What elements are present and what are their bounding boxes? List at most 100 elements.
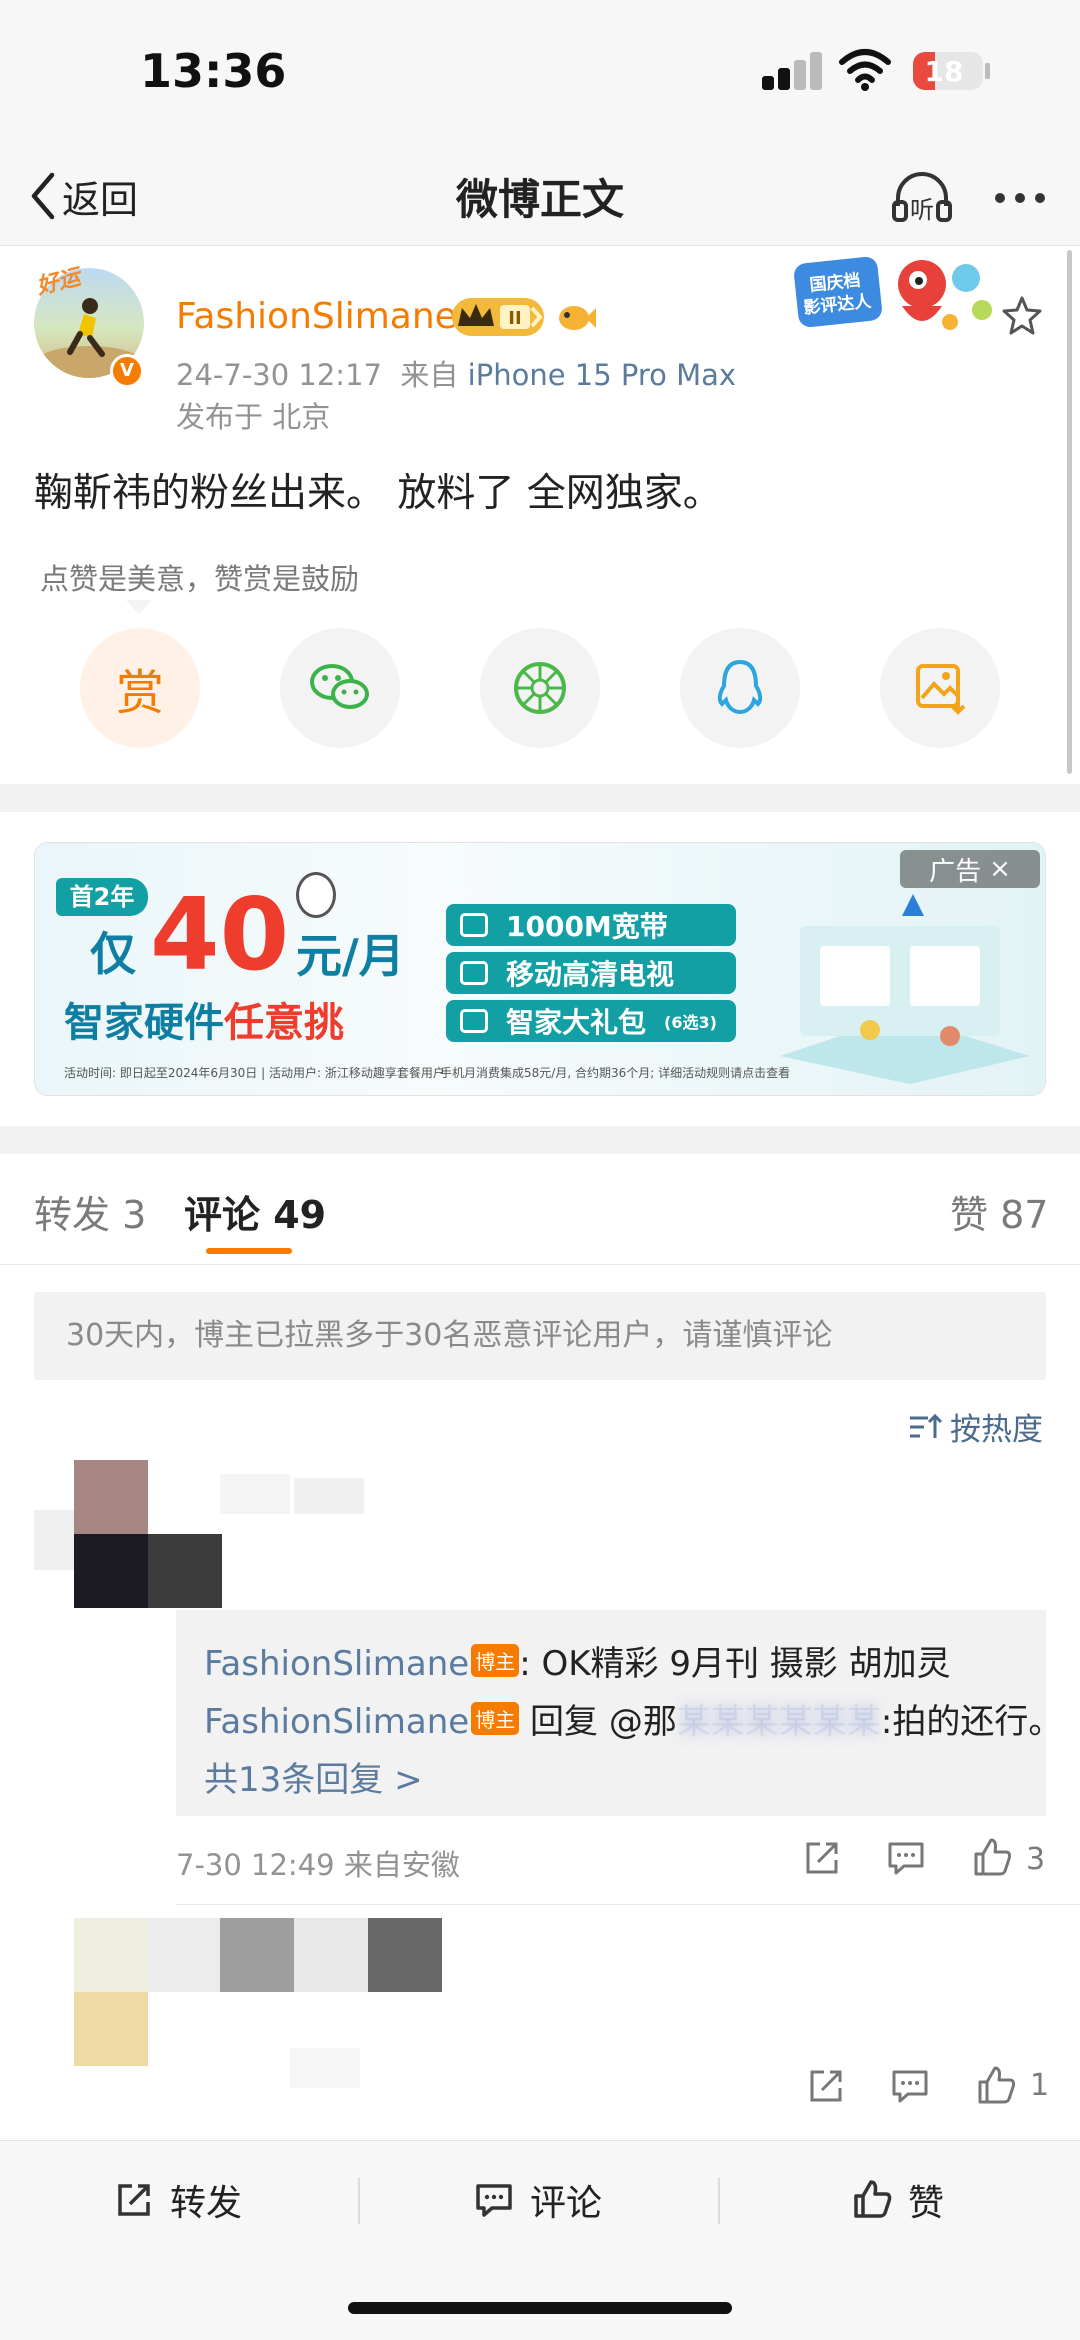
- gift-icon: [460, 1009, 488, 1033]
- section-divider: [0, 784, 1080, 812]
- repost-icon: [118, 2184, 150, 2216]
- tab-likes[interactable]: 赞 87: [950, 1184, 1048, 1239]
- repost-icon[interactable]: [800, 1836, 844, 1880]
- qq-icon: [717, 659, 763, 715]
- ad-pill: 智家大礼包 (6选3): [446, 1000, 736, 1042]
- repost-label: 转发: [170, 2183, 243, 2224]
- username[interactable]: FashionSlimane: [176, 296, 457, 337]
- level-badge[interactable]: II: [452, 298, 544, 336]
- cellular-signal-icon: [762, 52, 824, 90]
- fish-icon: [559, 306, 596, 330]
- post-location: 发布于 北京: [176, 400, 331, 434]
- section-divider: [0, 1126, 1080, 1154]
- svg-text:II: II: [508, 308, 521, 329]
- save-image-button[interactable]: [880, 628, 1000, 748]
- wifi-icon: [839, 49, 891, 91]
- ad-tag-label: 广告: [929, 856, 982, 887]
- tab-repost[interactable]: 转发 3: [34, 1184, 146, 1239]
- like-label: 赞: [908, 2183, 945, 2224]
- share-qq-button[interactable]: [680, 628, 800, 748]
- ad-pill: 移动高清电视: [446, 952, 736, 994]
- post-device[interactable]: iPhone 15 Pro Max: [468, 358, 736, 392]
- sort-button[interactable]: 按热度: [908, 1404, 1043, 1449]
- like-icon[interactable]: [974, 2064, 1018, 2108]
- tip-caret: [126, 600, 152, 614]
- ad-pill: 1000M宽带: [446, 904, 736, 946]
- like-button[interactable]: 赞: [850, 2172, 944, 2228]
- battery-icon: 18: [913, 52, 983, 90]
- ad-fine-print: 活动时间: 即日起至2024年6月30日 | 活动用户: 浙江移动趣享套餐用户: [64, 1066, 445, 1080]
- reply-text: : OK精彩 9月刊 摄影 胡加灵: [519, 1644, 951, 1684]
- status-time: 13:36: [140, 44, 287, 98]
- verified-badge: V: [110, 354, 144, 388]
- comment-icon[interactable]: [888, 2064, 932, 2108]
- ad-fine-print: 手机月消费集成58元/月, 合约期36个月; 详细活动规则请点击查看: [440, 1066, 791, 1080]
- favorite-star-icon[interactable]: [1000, 294, 1044, 338]
- ad-close-button[interactable]: 广告 ×: [900, 850, 1040, 888]
- ad-only-label: 仅: [90, 927, 136, 981]
- chevron-left-icon: [31, 172, 55, 220]
- camera-icon: [296, 872, 336, 918]
- ad-price-unit: 元/月: [296, 929, 405, 983]
- sort-icon: [910, 1413, 942, 1438]
- scrollbar[interactable]: [1067, 250, 1072, 774]
- host-badge: 博主: [471, 1702, 520, 1735]
- repost-button[interactable]: 转发: [112, 2172, 242, 2228]
- headphones-icon: 听: [892, 172, 952, 224]
- reply-text: :拍的还行。: [880, 1702, 1063, 1742]
- like-count: 3: [1026, 1842, 1046, 1877]
- post-meta: 24-7-30 12:17 来自 iPhone 15 Pro Max: [176, 352, 736, 394]
- tab-comments[interactable]: 评论 49: [184, 1184, 326, 1239]
- wechat-icon: [310, 664, 369, 709]
- comment-notice: 30天内，博主已拉黑多于30名恶意评论用户，请谨慎评论: [34, 1292, 1046, 1380]
- reply-author[interactable]: FashionSlimane: [204, 1644, 469, 1684]
- comment-meta: 7-30 12:49 来自安徽: [176, 1848, 460, 1882]
- post-source-prefix: 来自: [400, 358, 459, 392]
- ad-tagline-prefix: 智家硬件: [64, 1000, 224, 1046]
- share-moments-button[interactable]: [480, 628, 600, 748]
- page-title: 微博正文: [455, 175, 624, 224]
- more-icon: [995, 193, 1045, 203]
- tv-icon: [460, 961, 488, 985]
- reward-icon: 赏: [115, 665, 164, 721]
- ad-tagline-hot: 任意挑: [224, 1000, 344, 1046]
- film-critic-badge[interactable]: 国庆档 影评达人: [790, 250, 1000, 342]
- ad-tagline: 智家硬件任意挑: [64, 990, 344, 1048]
- ad-illustration: [780, 926, 1030, 1084]
- reply-prefix: 回复 @那: [519, 1702, 677, 1742]
- like-icon[interactable]: [970, 1836, 1014, 1880]
- moments-icon: [514, 662, 566, 714]
- reply-author[interactable]: FashionSlimane: [204, 1702, 469, 1742]
- post-date: 24-7-30 12:17: [176, 358, 382, 392]
- reply-item: FashionSlimane 博主 回复 @那某某某某某某:拍的还行。: [204, 1694, 1062, 1743]
- battery-level: 18: [924, 55, 964, 88]
- svg-text:听: 听: [910, 196, 934, 224]
- wifi-icon: [460, 913, 488, 937]
- like-count: 1: [1030, 2068, 1050, 2103]
- home-indicator[interactable]: [348, 2302, 732, 2314]
- active-tab-indicator: [206, 1248, 292, 1254]
- brand-logo-icon: [902, 894, 924, 916]
- post-text: 鞠靳祎的粉丝出来。 放料了 全网独家。: [34, 471, 722, 516]
- sort-label: 按热度: [950, 1412, 1043, 1448]
- reply-mention-blurred: 某某某某某某: [676, 1702, 881, 1742]
- more-button[interactable]: [986, 164, 1054, 232]
- reply-item: FashionSlimane 博主: OK精彩 9月刊 摄影 胡加灵: [204, 1636, 951, 1685]
- back-label: 返回: [62, 177, 139, 222]
- more-replies-link[interactable]: 共13条回复 >: [204, 1752, 423, 1801]
- like-icon: [854, 2180, 892, 2218]
- close-icon: ×: [989, 854, 1011, 884]
- share-wechat-button[interactable]: [280, 628, 400, 748]
- repost-icon[interactable]: [804, 2064, 848, 2108]
- comment-button[interactable]: 评论: [472, 2172, 602, 2228]
- reward-tip: 点赞是美意，赞赏是鼓励: [40, 562, 360, 596]
- ad-badge: 首2年: [56, 878, 148, 916]
- back-button[interactable]: 返回: [28, 164, 138, 228]
- comment-label: 评论: [530, 2183, 603, 2224]
- comment-icon: [476, 2184, 512, 2217]
- host-badge: 博主: [471, 1644, 520, 1677]
- listen-button[interactable]: 听: [888, 164, 956, 232]
- comment-icon[interactable]: [884, 1836, 928, 1880]
- save-image-icon: [916, 664, 966, 715]
- reward-button[interactable]: 赏: [80, 628, 200, 748]
